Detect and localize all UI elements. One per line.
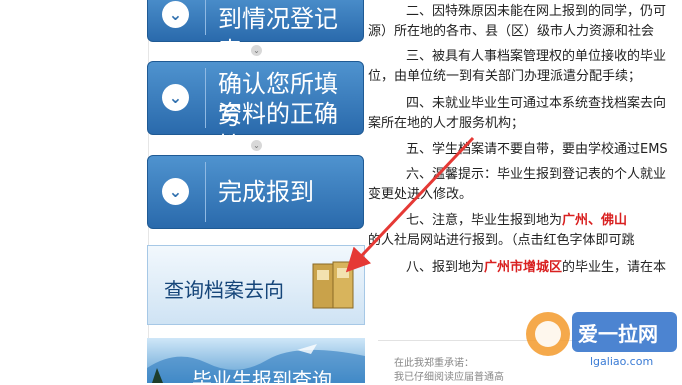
annotation-arrow-icon: [345, 136, 475, 273]
